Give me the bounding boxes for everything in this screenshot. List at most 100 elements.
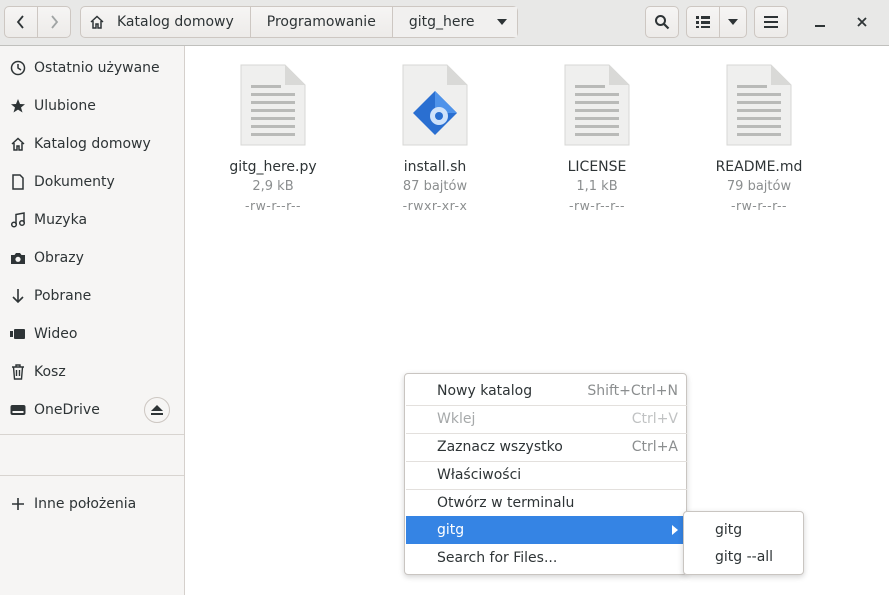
hamburger-menu-icon xyxy=(764,16,778,28)
breadcrumb-current[interactable]: gitg_here xyxy=(392,7,517,37)
menu-item-shortcut: Shift+Ctrl+N xyxy=(587,383,678,399)
text-file-icon xyxy=(564,64,630,146)
menu-item-new-folder[interactable]: Nowy katalog Shift+Ctrl+N xyxy=(406,377,687,405)
menu-item-gitg[interactable]: gitg xyxy=(406,516,687,544)
file-permissions: -rw-r--r-- xyxy=(244,198,302,213)
file-size: 87 bajtów xyxy=(402,179,468,194)
eject-button[interactable] xyxy=(144,397,170,423)
home-icon xyxy=(90,15,104,29)
sidebar-item-videos[interactable]: Wideo xyxy=(0,315,184,353)
view-options-button[interactable] xyxy=(719,6,747,38)
search-button[interactable] xyxy=(645,6,679,38)
sidebar-item-label: Obrazy xyxy=(34,250,84,266)
breadcrumb-programowanie[interactable]: Programowanie xyxy=(251,7,393,37)
sidebar-item-onedrive[interactable]: OneDrive xyxy=(0,391,184,429)
submenu-item-label: gitg --all xyxy=(715,549,774,565)
sidebar-item-label: Ostatnio używane xyxy=(34,60,160,76)
file-item[interactable]: README.md 79 bajtów -rw-r--r-- xyxy=(704,63,814,213)
breadcrumb: Katalog domowy Programowanie gitg_here xyxy=(80,6,518,38)
file-item[interactable]: gitg_here.py 2,9 kB -rw-r--r-- xyxy=(218,63,328,213)
submenu-item-gitg-all[interactable]: gitg --all xyxy=(684,543,803,571)
drive-icon xyxy=(9,401,27,419)
close-button[interactable] xyxy=(845,6,879,38)
menu-item-open-terminal[interactable]: Otwórz w terminalu xyxy=(406,489,687,517)
header-bar: Katalog domowy Programowanie gitg_here xyxy=(0,0,889,46)
download-arrow-icon xyxy=(9,287,27,305)
sidebar-item-documents[interactable]: Dokumenty xyxy=(0,163,184,201)
file-size: 2,9 kB xyxy=(252,179,294,194)
menu-item-search-files[interactable]: Search for Files... xyxy=(406,544,687,572)
music-note-icon xyxy=(9,211,27,229)
menu-item-label: Właściwości xyxy=(437,467,522,483)
file-item[interactable]: LICENSE 1,1 kB -rw-r--r-- xyxy=(542,63,652,213)
camera-icon xyxy=(9,249,27,267)
menu-item-properties[interactable]: Właściwości xyxy=(406,461,687,489)
chevron-down-icon xyxy=(728,19,738,25)
minimize-icon xyxy=(815,25,825,27)
menu-item-label: Nowy katalog xyxy=(437,383,533,399)
go-forward-icon xyxy=(51,15,59,29)
trash-icon xyxy=(9,363,27,381)
sidebar-item-other-locations[interactable]: Inne położenia xyxy=(0,485,184,523)
menu-item-paste[interactable]: Wklej Ctrl+V xyxy=(406,405,687,433)
plus-icon xyxy=(9,495,27,513)
submenu-arrow-icon xyxy=(672,525,678,535)
sidebar-item-label: Pobrane xyxy=(34,288,92,304)
sidebar-item-starred[interactable]: Ulubione xyxy=(0,87,184,125)
breadcrumb-label: Programowanie xyxy=(266,14,376,30)
eject-icon xyxy=(151,405,163,415)
sidebar-item-music[interactable]: Muzyka xyxy=(0,201,184,239)
menu-item-shortcut: Ctrl+A xyxy=(631,439,678,455)
file-name: gitg_here.py xyxy=(229,159,317,175)
sidebar-item-label: OneDrive xyxy=(34,402,100,418)
menu-item-label: Search for Files... xyxy=(437,550,558,566)
document-icon xyxy=(9,173,27,191)
file-name: LICENSE xyxy=(567,159,627,175)
navigation-buttons xyxy=(4,6,72,38)
star-icon xyxy=(9,97,27,115)
breadcrumb-label: Katalog domowy xyxy=(117,14,234,30)
back-button[interactable] xyxy=(4,6,38,38)
main-menu-button[interactable] xyxy=(754,6,788,38)
text-file-icon xyxy=(240,64,306,146)
sidebar-divider xyxy=(0,475,184,476)
submenu-item-gitg[interactable]: gitg xyxy=(684,516,803,544)
go-back-icon xyxy=(16,15,24,29)
recent-clock-icon xyxy=(9,59,27,77)
text-file-icon xyxy=(726,64,792,146)
sidebar: Ostatnio używane Ulubione Katalog domowy… xyxy=(0,46,185,595)
file-item[interactable]: install.sh 87 bajtów -rwxr-xr-x xyxy=(380,63,490,213)
minimize-button[interactable] xyxy=(803,6,837,38)
sidebar-item-home[interactable]: Katalog domowy xyxy=(0,125,184,163)
sidebar-item-label: Kosz xyxy=(34,364,66,380)
sidebar-item-pictures[interactable]: Obrazy xyxy=(0,239,184,277)
sidebar-item-downloads[interactable]: Pobrane xyxy=(0,277,184,315)
file-size: 1,1 kB xyxy=(576,179,618,194)
breadcrumb-home[interactable]: Katalog domowy xyxy=(81,7,251,37)
menu-item-label: Otwórz w terminalu xyxy=(437,495,575,511)
file-permissions: -rw-r--r-- xyxy=(568,198,626,213)
file-name: README.md xyxy=(715,159,803,175)
sidebar-item-label: Wideo xyxy=(34,326,78,342)
breadcrumb-label: gitg_here xyxy=(408,14,475,30)
sidebar-item-recent[interactable]: Ostatnio używane xyxy=(0,49,184,87)
view-mode-button[interactable] xyxy=(686,6,720,38)
submenu-item-label: gitg xyxy=(715,522,743,538)
menu-item-label: gitg xyxy=(437,522,465,538)
forward-button[interactable] xyxy=(37,6,71,38)
sidebar-item-label: Katalog domowy xyxy=(34,136,151,152)
sidebar-item-label: Inne położenia xyxy=(34,496,137,512)
sidebar-divider xyxy=(0,434,184,435)
file-size: 79 bajtów xyxy=(726,179,792,194)
sidebar-item-label: Muzyka xyxy=(34,212,88,228)
list-view-icon xyxy=(696,16,710,28)
search-icon xyxy=(655,15,670,30)
sidebar-item-trash[interactable]: Kosz xyxy=(0,353,184,391)
menu-item-select-all[interactable]: Zaznacz wszystko Ctrl+A xyxy=(406,433,687,461)
gitg-submenu: gitg gitg --all xyxy=(683,511,804,575)
shell-script-icon xyxy=(402,64,468,146)
menu-item-label: Zaznacz wszystko xyxy=(437,439,563,455)
menu-item-shortcut: Ctrl+V xyxy=(631,411,678,427)
context-menu: Nowy katalog Shift+Ctrl+N Wklej Ctrl+V Z… xyxy=(404,373,687,575)
sidebar-item-label: Ulubione xyxy=(34,98,96,114)
